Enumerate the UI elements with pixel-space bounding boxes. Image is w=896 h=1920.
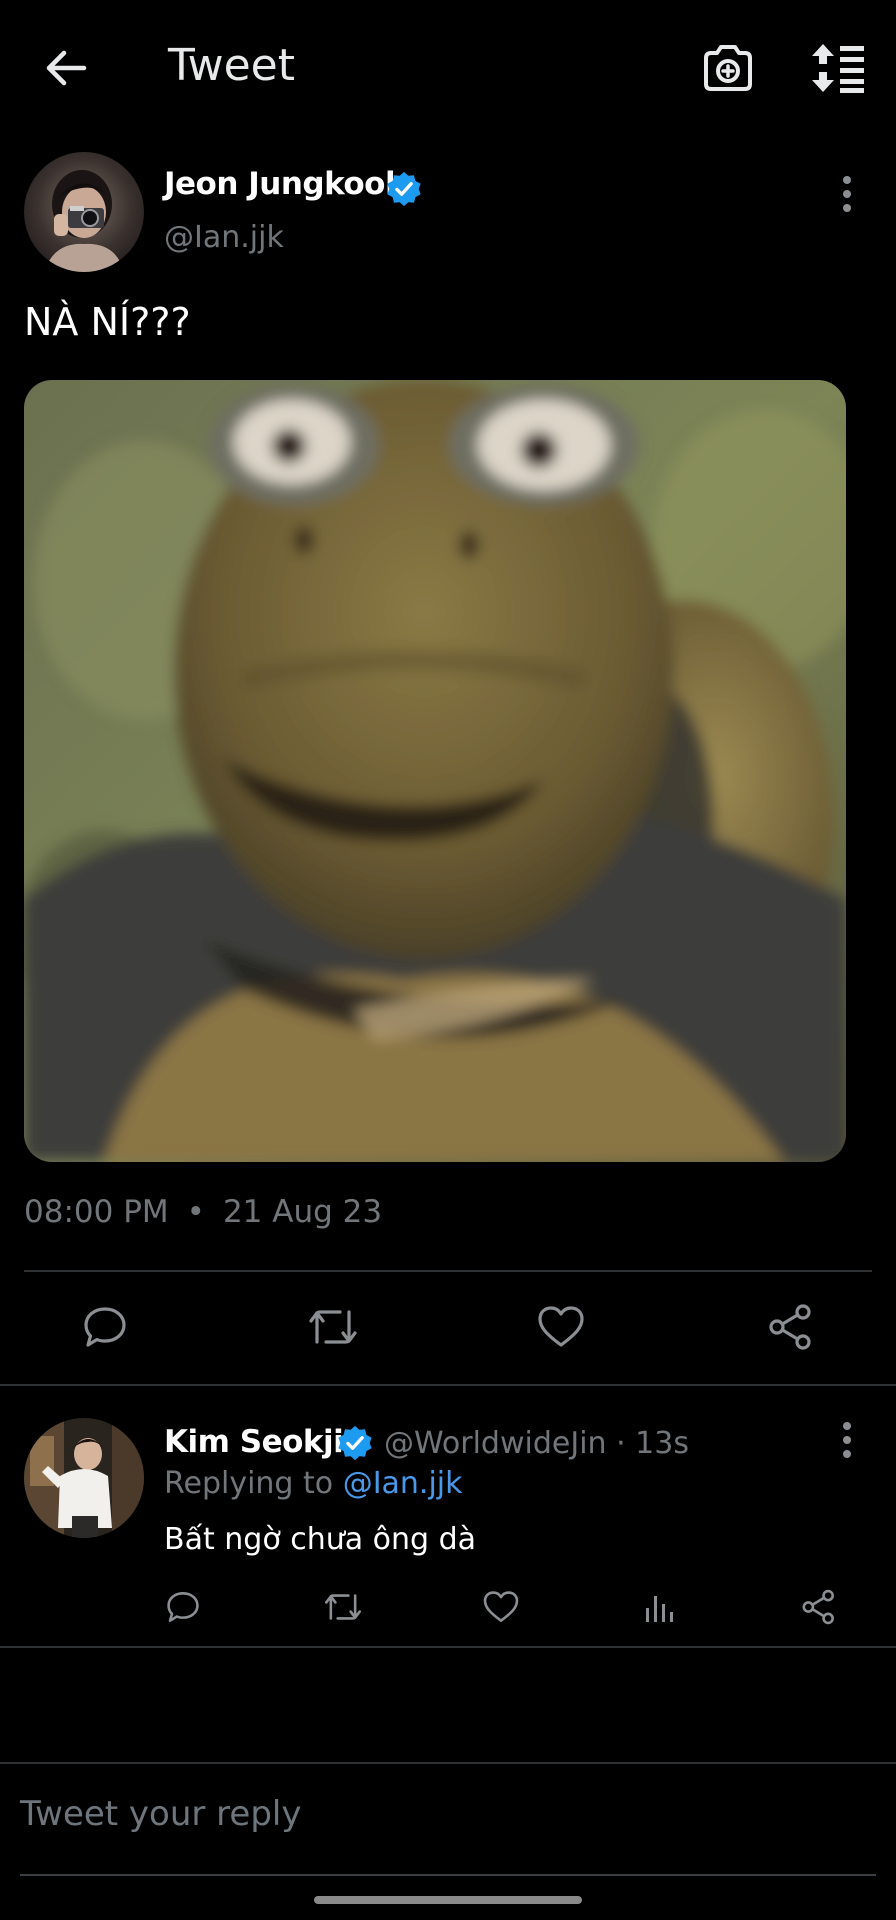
- replying-to: Replying to @Ian.jjk: [164, 1466, 463, 1501]
- tweet-time: 08:00 PM: [24, 1194, 169, 1230]
- reply-reply-button[interactable]: [164, 1588, 202, 1630]
- share-icon: [802, 1589, 834, 1625]
- share-icon: [769, 1304, 811, 1350]
- replying-prefix: Replying to: [164, 1466, 334, 1501]
- tweet-share-button[interactable]: [766, 1302, 816, 1356]
- arrow-left-icon: [46, 50, 87, 86]
- reply-author-name[interactable]: Kim Seokjin: [164, 1424, 365, 1460]
- analytics-icon: [646, 1596, 673, 1622]
- like-icon: [483, 1591, 519, 1622]
- timestamp-separator: •: [186, 1194, 205, 1230]
- divider: [24, 1270, 872, 1272]
- tweet-reply-button[interactable]: [80, 1302, 130, 1356]
- retweet-icon: [324, 1594, 362, 1620]
- tweet-media-image[interactable]: [24, 380, 846, 1162]
- sort-button[interactable]: [808, 42, 868, 94]
- divider: [0, 1384, 896, 1386]
- reply-avatar[interactable]: [24, 1418, 144, 1538]
- camera-plus-icon: [704, 45, 752, 91]
- reply-retweet-button[interactable]: [322, 1588, 364, 1630]
- sort-list-icon: [812, 44, 864, 93]
- reply-icon: [84, 1307, 126, 1347]
- tweet-like-button[interactable]: [536, 1302, 586, 1356]
- reply-compose-input[interactable]: Tweet your reply: [20, 1794, 870, 1834]
- replying-mention-link[interactable]: @Ian.jjk: [343, 1466, 463, 1501]
- divider: [0, 1646, 896, 1648]
- reply-text: Bất ngờ chưa ông dà: [164, 1522, 477, 1557]
- avatar-photo: [24, 152, 144, 272]
- back-button[interactable]: [40, 42, 92, 94]
- divider: [0, 1762, 896, 1764]
- reply-handle-time: @WorldwideJin · 13s: [384, 1426, 689, 1461]
- top-app-bar: Tweet: [0, 0, 896, 136]
- tweet-timestamp: 08:00 PM • 21 Aug 23: [24, 1194, 382, 1230]
- reply-more-button[interactable]: [838, 1418, 858, 1462]
- avatar-photo: [24, 1418, 144, 1538]
- reply-analytics-button[interactable]: [642, 1588, 680, 1630]
- tweet-more-button[interactable]: [838, 172, 858, 216]
- author-avatar[interactable]: [24, 152, 144, 272]
- page-title: Tweet: [168, 40, 295, 91]
- camera-button[interactable]: [700, 40, 756, 96]
- verified-badge-icon: [338, 1425, 372, 1461]
- home-indicator[interactable]: [314, 1896, 582, 1904]
- tweet-date: 21 Aug 23: [222, 1194, 383, 1230]
- author-handle[interactable]: @Ian.jjk: [164, 220, 284, 255]
- reply-share-button[interactable]: [800, 1588, 838, 1630]
- tweet-text: NÀ NÍ???: [24, 300, 191, 344]
- reply-icon: [167, 1592, 199, 1622]
- like-icon: [538, 1306, 584, 1347]
- verified-badge-icon: [387, 171, 421, 207]
- author-name[interactable]: Jeon Jungkook: [164, 166, 406, 202]
- compose-underline: [20, 1874, 876, 1876]
- retweet-icon: [309, 1310, 357, 1344]
- tweet-retweet-button[interactable]: [306, 1302, 360, 1356]
- reply-like-button[interactable]: [482, 1588, 520, 1630]
- tweet-detail-screen: Tweet Jeon Jungkook @Ian.jjk NÀ NÍ??? 08…: [0, 0, 896, 1920]
